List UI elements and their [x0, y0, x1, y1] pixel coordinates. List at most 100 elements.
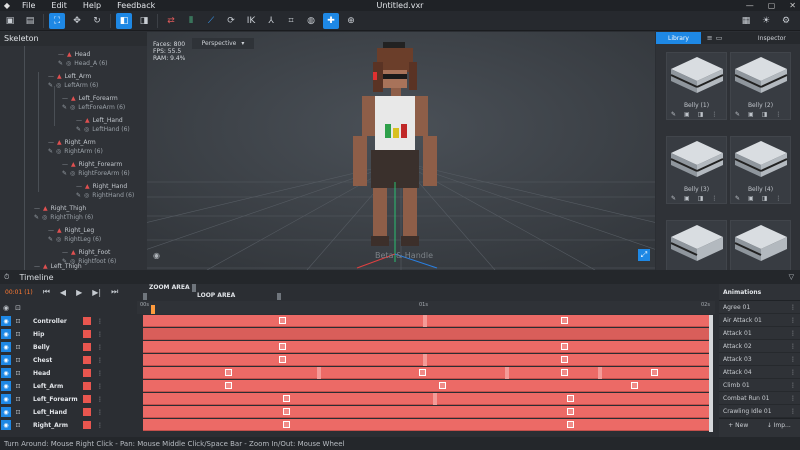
lock-icon[interactable]: ⊡ — [13, 344, 23, 351]
track-row[interactable]: ◉ ⊡ Right_Arm ⋮ — [0, 419, 140, 431]
tab-inspector[interactable]: Inspector — [744, 32, 800, 44]
keyframe-lane[interactable] — [143, 406, 709, 418]
keyframe[interactable] — [279, 317, 286, 324]
more-icon[interactable]: ⋮ — [711, 111, 717, 118]
maximize-icon[interactable]: ▢ — [768, 1, 776, 10]
track-color-swatch[interactable] — [83, 317, 91, 325]
skeleton-node-left-forearm[interactable]: — ▲ Left_Forearm ✎ ◎ LeftForeArm (6) — [62, 94, 125, 114]
eye-icon[interactable]: ◉ — [1, 394, 11, 404]
keyframe[interactable] — [225, 382, 232, 389]
keyframe-marker[interactable] — [433, 393, 437, 405]
swap-icon[interactable]: ⇄ — [163, 13, 179, 29]
settings-icon[interactable]: ⚙ — [778, 13, 794, 29]
more-icon[interactable]: ⋮ — [790, 408, 796, 415]
more-icon[interactable]: ⋮ — [790, 356, 796, 363]
library-tile[interactable]: Belly (1) ✎ ▣ ◨ ⋮ — [666, 52, 727, 120]
more-icon[interactable]: ⋮ — [97, 344, 103, 351]
lock-icon[interactable]: ⊡ — [13, 383, 23, 390]
lock-all-icon[interactable]: ⊡ — [15, 304, 21, 312]
eye-icon[interactable]: ◉ — [1, 342, 11, 352]
joint-icon[interactable]: ⅄ — [263, 13, 279, 29]
pencil-icon[interactable]: ✎ — [34, 214, 39, 221]
keyframe[interactable] — [561, 356, 568, 363]
keyframe-lane[interactable] — [143, 393, 709, 405]
more-icon[interactable]: ⋮ — [97, 383, 103, 390]
menu-feedback[interactable]: Feedback — [109, 1, 163, 10]
lock-icon[interactable]: ⊡ — [13, 396, 23, 403]
more-icon[interactable]: ⋮ — [97, 422, 103, 429]
animation-item[interactable]: Climb 01 ⋮ — [719, 379, 800, 392]
animation-item[interactable]: Attack 02 ⋮ — [719, 340, 800, 353]
keyframe-marker[interactable] — [423, 315, 427, 327]
keyframe-marker[interactable] — [317, 367, 321, 379]
prev-frame-icon[interactable]: ◀ — [60, 288, 66, 297]
light-icon[interactable]: ☀ — [758, 13, 774, 29]
keyframe-lane[interactable] — [143, 419, 709, 431]
keyframe[interactable] — [561, 343, 568, 350]
save-icon[interactable]: ▤ — [22, 13, 38, 29]
pencil-icon[interactable]: ✎ — [48, 148, 53, 155]
more-icon[interactable]: ⋮ — [790, 343, 796, 350]
mode-b-icon[interactable]: ◨ — [136, 13, 152, 29]
more-icon[interactable]: ⋮ — [97, 396, 103, 403]
ik-icon[interactable]: IK — [243, 13, 259, 29]
library-tile[interactable] — [730, 220, 791, 270]
tab-library[interactable]: Library — [656, 32, 701, 44]
playhead[interactable] — [151, 305, 155, 314]
new-animation-button[interactable]: + New — [728, 422, 748, 429]
animation-item[interactable]: Attack 01 ⋮ — [719, 327, 800, 340]
close-icon[interactable]: ✕ — [789, 1, 796, 10]
eye-icon[interactable]: ◉ — [1, 407, 11, 417]
keyframe-marker[interactable] — [598, 367, 602, 379]
lock-icon[interactable]: ⊡ — [13, 331, 23, 338]
refresh-icon[interactable]: ⟳ — [223, 13, 239, 29]
track-row[interactable]: ◉ ⊡ Left_Arm ⋮ — [0, 380, 140, 392]
more-icon[interactable]: ⋮ — [97, 318, 103, 325]
pencil-icon[interactable]: ✎ — [62, 104, 67, 111]
hierarchy-icon[interactable]: ⌗ — [283, 13, 299, 29]
more-icon[interactable]: ⋮ — [97, 357, 103, 364]
eye-icon[interactable]: ◉ — [1, 381, 11, 391]
screenshot-icon[interactable]: ▦ — [738, 13, 754, 29]
pencil-icon[interactable]: ✎ — [62, 170, 67, 177]
keyframe[interactable] — [567, 421, 574, 428]
track-row[interactable]: ◉ ⊡ Left_Hand ⋮ — [0, 406, 140, 418]
target-icon[interactable]: ⊕ — [343, 13, 359, 29]
pencil-icon[interactable]: ✎ — [76, 126, 81, 133]
more-icon[interactable]: ⋮ — [775, 111, 781, 118]
lock-icon[interactable]: ⊡ — [13, 357, 23, 364]
keyframe-lane[interactable] — [143, 328, 709, 340]
more-icon[interactable]: ⋮ — [97, 331, 103, 338]
import-animation-button[interactable]: ↓ Imp... — [767, 422, 791, 429]
keyframe[interactable] — [631, 382, 638, 389]
expand-icon[interactable]: ⤢ — [638, 249, 650, 261]
mode-a-icon[interactable]: ◧ — [116, 12, 132, 29]
more-icon[interactable]: ⋮ — [775, 195, 781, 202]
time-ruler[interactable]: 00s 01s 02s — [137, 301, 715, 314]
keyframe-lane[interactable] — [143, 367, 709, 379]
animation-item[interactable]: Attack 03 ⋮ — [719, 353, 800, 366]
more-icon[interactable]: ⋮ — [97, 370, 103, 377]
edit-icon[interactable]: ✎ — [671, 111, 676, 118]
more-icon[interactable]: ⋮ — [790, 330, 796, 337]
new-file-icon[interactable]: ▣ — [2, 13, 18, 29]
library-tile[interactable]: Belly (3) ✎ ▣ ◨ ⋮ — [666, 136, 727, 204]
collapse-icon[interactable]: ▽ — [789, 273, 794, 281]
keyframe[interactable] — [283, 395, 290, 402]
keyframe[interactable] — [567, 395, 574, 402]
pencil-icon[interactable]: ✎ — [76, 192, 81, 199]
track-color-swatch[interactable] — [83, 382, 91, 390]
more-icon[interactable]: ⋮ — [790, 304, 796, 311]
edit-icon[interactable]: ✎ — [735, 111, 740, 118]
track-row[interactable]: ◉ ⊡ Left_Forearm ⋮ — [0, 393, 140, 405]
library-tile[interactable]: Belly (2) ✎ ▣ ◨ ⋮ — [730, 52, 791, 120]
pencil-icon[interactable]: ✎ — [58, 60, 63, 67]
keyframe[interactable] — [561, 369, 568, 376]
pencil-icon[interactable]: ✎ — [48, 82, 53, 89]
go-end-icon[interactable]: ⏭ — [111, 287, 118, 297]
eye-all-icon[interactable]: ◉ — [3, 304, 9, 312]
keyframe-lane[interactable] — [143, 354, 709, 366]
minimize-icon[interactable]: — — [746, 1, 754, 10]
edit-icon[interactable]: ✎ — [671, 195, 676, 202]
skeleton-node-right-hand[interactable]: — ▲ Right_Hand ✎ ◎ RightHand (6) — [76, 182, 134, 202]
